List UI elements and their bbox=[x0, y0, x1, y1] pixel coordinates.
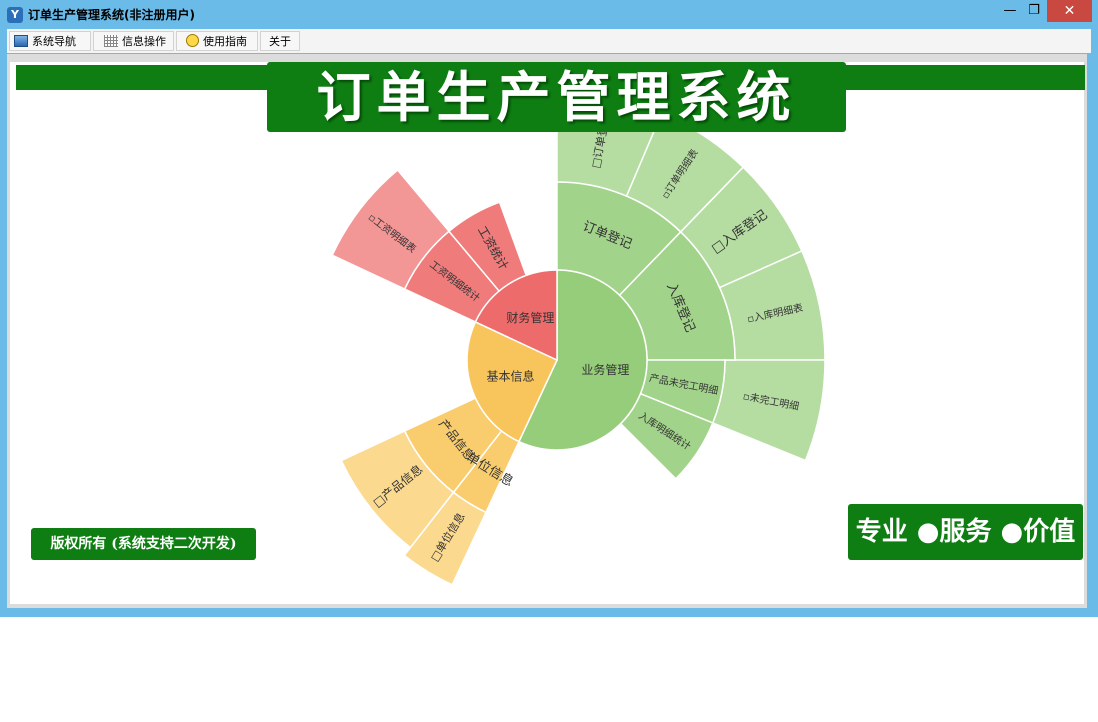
sunburst-leaf-unfinished[interactable] bbox=[711, 359, 826, 462]
sunburst-label: 财务管理 bbox=[506, 310, 554, 325]
copyright-badge: 版权所有 (系统支持二次开发) bbox=[31, 528, 256, 560]
sunburst-label: 基本信息 bbox=[486, 368, 534, 383]
page-title: 订单生产管理系统 bbox=[267, 62, 846, 132]
sunburst-label: 业务管理 bbox=[581, 362, 629, 377]
slogan-badge: 专业 ●服务 ●价值 bbox=[848, 504, 1083, 560]
